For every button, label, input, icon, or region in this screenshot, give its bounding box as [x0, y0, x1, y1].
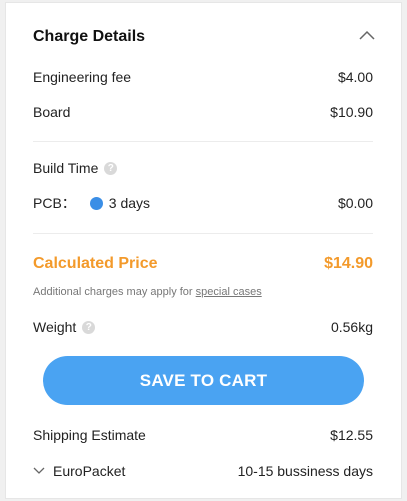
- charge-details-header[interactable]: Charge Details: [33, 25, 375, 49]
- weight-row: Weight ? 0.56kg: [33, 317, 373, 337]
- shipping-method-row[interactable]: EuroPacket 10-15 bussiness days: [33, 461, 373, 481]
- board-label: Board: [33, 104, 71, 120]
- pcb-option-label[interactable]: 3 days: [109, 195, 150, 211]
- divider: [33, 141, 373, 142]
- pcb-build-time-row: PCB： 3 days $0.00: [33, 193, 373, 213]
- engineering-fee-row: Engineering fee $4.00: [33, 67, 373, 87]
- shipping-estimate-value: $12.55: [330, 427, 373, 443]
- pcb-build-time-value: $0.00: [337, 195, 373, 211]
- special-cases-link[interactable]: special cases: [196, 286, 262, 298]
- board-value: $10.90: [330, 104, 373, 120]
- save-to-cart-button[interactable]: SAVE TO CART: [43, 356, 364, 405]
- pcb-option-radio[interactable]: [89, 196, 103, 210]
- chevron-down-icon[interactable]: [33, 467, 45, 475]
- calculated-price-value: $14.90: [324, 255, 373, 272]
- calculated-price-row: Calculated Price $14.90: [33, 253, 373, 275]
- note-text: Additional charges may apply for: [33, 286, 196, 298]
- calculated-price-label: Calculated Price: [33, 255, 158, 272]
- shipping-estimate-row: Shipping Estimate $12.55: [33, 425, 373, 445]
- question-circle-icon[interactable]: ?: [104, 161, 118, 175]
- divider: [33, 233, 373, 234]
- pcb-label: PCB：: [33, 195, 76, 211]
- weight-label: Weight: [33, 319, 77, 335]
- engineering-fee-value: $4.00: [337, 69, 373, 85]
- question-circle-icon[interactable]: ?: [82, 320, 96, 334]
- weight-value: 0.56kg: [330, 319, 373, 335]
- build-time-row: Build Time ?: [33, 158, 373, 178]
- charge-details-panel: Charge Details Engineering fee $4.00 Boa…: [5, 2, 402, 499]
- shipping-estimate-label: Shipping Estimate: [33, 427, 146, 443]
- engineering-fee-label: Engineering fee: [33, 69, 132, 85]
- chevron-up-icon[interactable]: [359, 30, 375, 44]
- board-row: Board $10.90: [33, 102, 373, 122]
- shipping-method-time: 10-15 bussiness days: [237, 463, 373, 479]
- shipping-method-label[interactable]: EuroPacket: [53, 463, 125, 479]
- panel-title: Charge Details: [33, 28, 146, 45]
- build-time-label: Build Time: [33, 160, 99, 176]
- additional-charges-note: Additional charges may apply for special…: [33, 286, 262, 298]
